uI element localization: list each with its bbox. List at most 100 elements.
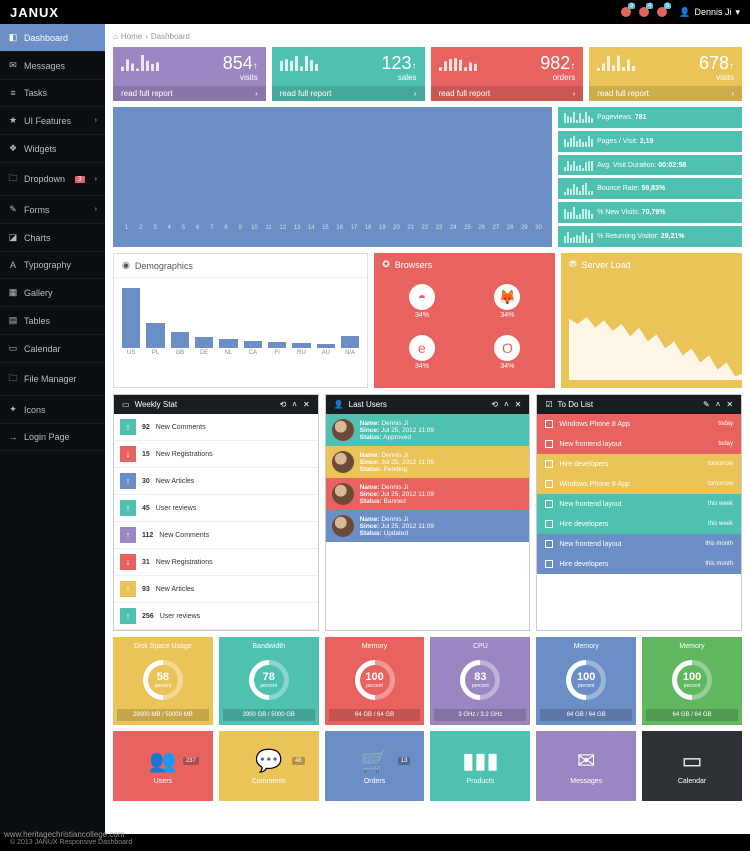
stat-link[interactable]: read full report› xyxy=(431,86,584,101)
calendar-icon: ▭ xyxy=(682,748,703,774)
user-menu[interactable]: 👤 Dennis Ji ▾ xyxy=(679,7,740,18)
tile-orders[interactable]: 🛒Orders13 xyxy=(325,731,425,801)
user-row[interactable]: Name: Dennis JiSince: Jul 25, 2012 11:09… xyxy=(326,414,530,446)
chevron-up-icon[interactable]: ˄ xyxy=(716,400,721,409)
chevron-up-icon[interactable]: ˄ xyxy=(292,400,297,409)
todo-item[interactable]: Windows Phone 8 Apptomorrow xyxy=(537,474,741,494)
user-row[interactable]: Name: Dennis JiSince: Jul 25, 2012 11:09… xyxy=(326,446,530,478)
server-icon: ⛃ xyxy=(569,259,577,270)
list-item[interactable]: ↑30 New Articles xyxy=(114,468,318,495)
todo-item[interactable]: Windows Phone 8 Apptoday xyxy=(537,414,741,434)
metric-row: Bounce Rate: 59,83% xyxy=(558,178,742,199)
sidebar-item-tasks[interactable]: ≡Tasks xyxy=(0,80,105,107)
tile-products[interactable]: ▮▮▮Products xyxy=(430,731,530,801)
sidebar-item-ui-features[interactable]: ★UI Features› xyxy=(0,107,105,135)
sidebar-label: Gallery xyxy=(24,288,53,298)
check-icon: ☑ xyxy=(545,400,552,409)
gauge-card: Memory100percent64 GB / 64 GB xyxy=(325,637,425,725)
stat-link[interactable]: read full report› xyxy=(272,86,425,101)
stat-label: orders xyxy=(553,73,576,82)
todo-item[interactable]: Hire developersthis week xyxy=(537,514,741,534)
stat-card[interactable]: 854↑visitsread full report› xyxy=(113,47,266,101)
notif-icon[interactable]: 5 xyxy=(657,7,667,17)
user-row[interactable]: Name: Dennis JiSince: Jul 25, 2012 11:09… xyxy=(326,510,530,542)
messages-icon: ✉ xyxy=(577,748,595,774)
sidebar-item-login-page[interactable]: →Login Page xyxy=(0,424,105,451)
tile-users[interactable]: 👥Users237 xyxy=(113,731,213,801)
stat-link[interactable]: read full report› xyxy=(113,86,266,101)
todo-item[interactable]: New frontend layoutthis week xyxy=(537,494,741,514)
list-item[interactable]: ↑112 New Comments xyxy=(114,522,318,549)
sidebar-item-widgets[interactable]: ❖Widgets xyxy=(0,135,105,163)
sidebar-label: Charts xyxy=(24,233,51,243)
todo-item[interactable]: New frontend layoutthis month xyxy=(537,534,741,554)
metric-row: Avg. Visit Duration: 00:02:58 xyxy=(558,155,742,176)
checkbox[interactable] xyxy=(545,500,553,508)
todo-widget: ☑To Do List✎˄✕ Windows Phone 8 ApptodayN… xyxy=(536,394,742,631)
metric-label: Pages / Visit: 2,19 xyxy=(597,138,653,145)
stat-card[interactable]: 982↑ordersread full report› xyxy=(431,47,584,101)
metric-row: % New Visits: 70,79% xyxy=(558,202,742,223)
checkbox[interactable] xyxy=(545,520,553,528)
notif-icon[interactable]: 3 xyxy=(621,7,631,17)
gauge-card: Memory100percent64 GB / 64 GB xyxy=(642,637,742,725)
arrow-icon: ↑ xyxy=(120,527,136,543)
chevron-up-icon[interactable]: ˄ xyxy=(504,400,509,409)
sidebar-item-gallery[interactable]: ▦Gallery xyxy=(0,279,105,307)
stat-value: 123↑ xyxy=(381,53,416,74)
tile-comments[interactable]: 💬Comments46 xyxy=(219,731,319,801)
stat-card[interactable]: 123↑salesread full report› xyxy=(272,47,425,101)
todo-item[interactable]: Hire developersthis month xyxy=(537,554,741,574)
topbar: JANUX 3 4 5 👤 Dennis Ji ▾ xyxy=(0,0,750,24)
sidebar-item-dashboard[interactable]: ◧Dashboard xyxy=(0,24,105,52)
todo-item[interactable]: New frontend layouttoday xyxy=(537,434,741,454)
browser-pct: 34% xyxy=(500,363,514,370)
list-item[interactable]: ↑92 New Comments xyxy=(114,414,318,441)
refresh-icon[interactable]: ⟲ xyxy=(491,400,498,409)
todo-item[interactable]: Hire developerstomorrow xyxy=(537,454,741,474)
notif-icon[interactable]: 4 xyxy=(639,7,649,17)
checkbox[interactable] xyxy=(545,460,553,468)
refresh-icon[interactable]: ⟲ xyxy=(280,400,287,409)
checkbox[interactable] xyxy=(545,480,553,488)
checkbox[interactable] xyxy=(545,420,553,428)
chevron-right-icon: › xyxy=(731,89,734,98)
sidebar-item-forms[interactable]: ✎Forms› xyxy=(0,196,105,224)
sidebar-item-tables[interactable]: ▤Tables xyxy=(0,307,105,335)
gauge-ring: 83percent xyxy=(460,660,500,700)
sidebar-item-dropdown[interactable]: 🗀Dropdown3› xyxy=(0,163,105,196)
sidebar-item-icons[interactable]: ✦Icons xyxy=(0,396,105,424)
chevron-right-icon: › xyxy=(95,117,97,124)
list-item[interactable]: ↑93 New Articles xyxy=(114,576,318,603)
list-item[interactable]: ↓15 New Registrations xyxy=(114,441,318,468)
close-icon[interactable]: ✕ xyxy=(515,400,522,409)
list-item[interactable]: ↓31 New Registrations xyxy=(114,549,318,576)
list-item[interactable]: ↑256 User reviews xyxy=(114,603,318,630)
avatar xyxy=(332,483,354,505)
sidebar-icon: ≡ xyxy=(8,88,18,98)
chrome-icon: ◓ xyxy=(409,284,435,310)
close-icon[interactable]: ✕ xyxy=(303,400,310,409)
demo-bar: PL xyxy=(146,323,164,356)
checkbox[interactable] xyxy=(545,540,553,548)
tile-calendar[interactable]: ▭Calendar xyxy=(642,731,742,801)
checkbox[interactable] xyxy=(545,560,553,568)
tile-messages[interactable]: ✉Messages xyxy=(536,731,636,801)
list-item[interactable]: ↑45 User reviews xyxy=(114,495,318,522)
user-row[interactable]: Name: Dennis JiSince: Jul 25, 2012 11:09… xyxy=(326,478,530,510)
stat-card[interactable]: 678↑visitsread full report› xyxy=(589,47,742,101)
ie-icon: e xyxy=(409,335,435,361)
sidebar-item-calendar[interactable]: ▭Calendar xyxy=(0,335,105,363)
checkbox[interactable] xyxy=(545,440,553,448)
gauge-card: Memory100percent64 GB / 64 GB xyxy=(536,637,636,725)
edit-icon[interactable]: ✎ xyxy=(703,400,710,409)
sidebar-item-messages[interactable]: ✉Messages xyxy=(0,52,105,80)
sidebar-item-charts[interactable]: ◪Charts xyxy=(0,224,105,252)
stat-label: visits xyxy=(240,73,258,82)
stat-link[interactable]: read full report› xyxy=(589,86,742,101)
breadcrumb-home[interactable]: Home xyxy=(121,32,142,41)
sidebar-item-typography[interactable]: ATypography xyxy=(0,252,105,279)
close-icon[interactable]: ✕ xyxy=(726,400,733,409)
sidebar-item-file-manager[interactable]: 🗀File Manager xyxy=(0,363,105,396)
browser-pct: 34% xyxy=(500,312,514,319)
